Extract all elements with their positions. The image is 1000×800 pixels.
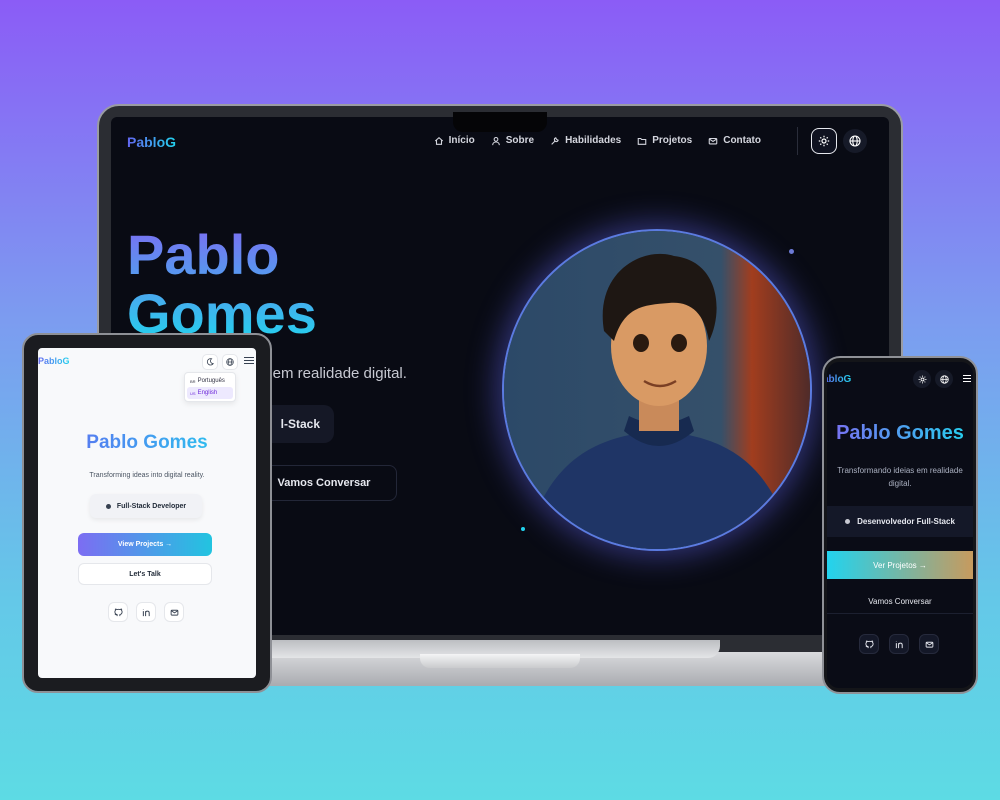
language-option-en[interactable]: US English (187, 387, 233, 399)
sun-icon (918, 375, 926, 383)
language-option-label: English (197, 390, 218, 396)
nav-item-inicio[interactable]: Início (434, 135, 475, 146)
mail-icon (925, 641, 933, 648)
flag-icon: US (190, 390, 196, 396)
linkedin-icon (142, 608, 150, 616)
nav-item-projetos[interactable]: Projetos (637, 135, 692, 146)
nav-item-label: Contato (723, 135, 761, 146)
hero-title: Pablo Gomes (827, 422, 973, 445)
nav-item-label: Projetos (652, 135, 693, 146)
laptop-trackpad-lip (420, 654, 580, 668)
home-icon (434, 136, 443, 145)
main-nav: Início Sobre Habilidades Projetos Contat… (434, 135, 761, 146)
status-dot (845, 519, 851, 524)
nav-item-sobre[interactable]: Sobre (491, 135, 534, 146)
globe-icon (849, 135, 861, 147)
github-icon (864, 640, 874, 648)
menu-icon[interactable] (244, 357, 254, 364)
tablet-screen: PabloG BR Português US English Pablo Gomes… (38, 348, 256, 678)
contact-button[interactable]: Vamos Conversar (251, 465, 397, 501)
language-option-pt[interactable]: BR Português (187, 375, 233, 387)
linkedin-button[interactable] (889, 634, 909, 654)
hero-tagline: Transforming ideas into digital reality. (89, 472, 205, 479)
sun-icon (818, 135, 830, 147)
linkedin-icon (895, 640, 903, 648)
hero-tagline: Transformando ideias em realidade digita… (837, 466, 963, 488)
hero-title: Pablo Gomes (127, 225, 317, 343)
folder-icon (637, 137, 647, 145)
theme-toggle-button[interactable] (811, 128, 837, 154)
email-button[interactable] (919, 634, 939, 654)
lets-talk-button[interactable]: Vamos Conversar (827, 590, 973, 614)
language-button[interactable] (222, 354, 238, 370)
theme-toggle-button[interactable] (913, 370, 931, 388)
phone-screen: abloG Pablo Gomes Transformando ideias e… (827, 362, 973, 688)
theme-toggle-button[interactable] (202, 354, 218, 370)
language-button[interactable] (843, 129, 867, 153)
wrench-icon (551, 136, 559, 145)
hero-tagline: s em realidade digital. (261, 365, 407, 382)
avatar-illustration (504, 231, 810, 549)
role-label: Full-Stack Developer (116, 502, 187, 510)
nav-divider (797, 127, 798, 155)
role-label: Desenvolvedor Full-Stack (857, 517, 955, 526)
profile-avatar (502, 229, 812, 551)
role-badge: Desenvolvedor Full-Stack (827, 506, 973, 537)
language-menu: BR Português US English (184, 372, 236, 402)
globe-icon (226, 358, 234, 366)
nav-item-habilidades[interactable]: Habilidades (550, 135, 621, 146)
role-badge: Full-Stack Developer (90, 494, 202, 518)
email-button[interactable] (164, 602, 184, 622)
mail-icon (170, 609, 178, 616)
lets-talk-button[interactable]: Let's Talk (78, 563, 212, 585)
camera-notch (453, 112, 547, 132)
logo[interactable]: abloG (827, 374, 851, 385)
github-button[interactable] (859, 634, 879, 654)
language-option-label: Português (197, 378, 225, 384)
globe-icon (939, 374, 949, 384)
language-button[interactable] (935, 370, 953, 388)
nav-item-label: Início (448, 135, 475, 146)
decor-dot (521, 527, 525, 531)
logo[interactable]: PabloG (127, 134, 176, 150)
nav-item-contato[interactable]: Contato (708, 135, 761, 146)
menu-icon[interactable] (963, 375, 971, 382)
view-projects-button[interactable]: Ver Projetos → (827, 551, 973, 579)
status-dot (105, 503, 111, 509)
github-button[interactable] (108, 602, 128, 622)
decor-dot (789, 249, 794, 254)
flag-icon: BR (190, 378, 196, 384)
moon-icon (206, 358, 214, 366)
hero-title-line1: Pablo (127, 223, 280, 286)
linkedin-button[interactable] (136, 602, 156, 622)
user-icon (491, 136, 500, 145)
github-icon (113, 608, 123, 616)
nav-item-label: Habilidades (565, 135, 622, 146)
hero-title: Pablo Gomes (38, 432, 256, 454)
logo[interactable]: PabloG (38, 356, 70, 366)
mail-icon (708, 137, 718, 144)
nav-item-label: Sobre (505, 135, 535, 146)
view-projects-button[interactable]: View Projects → (78, 533, 212, 556)
